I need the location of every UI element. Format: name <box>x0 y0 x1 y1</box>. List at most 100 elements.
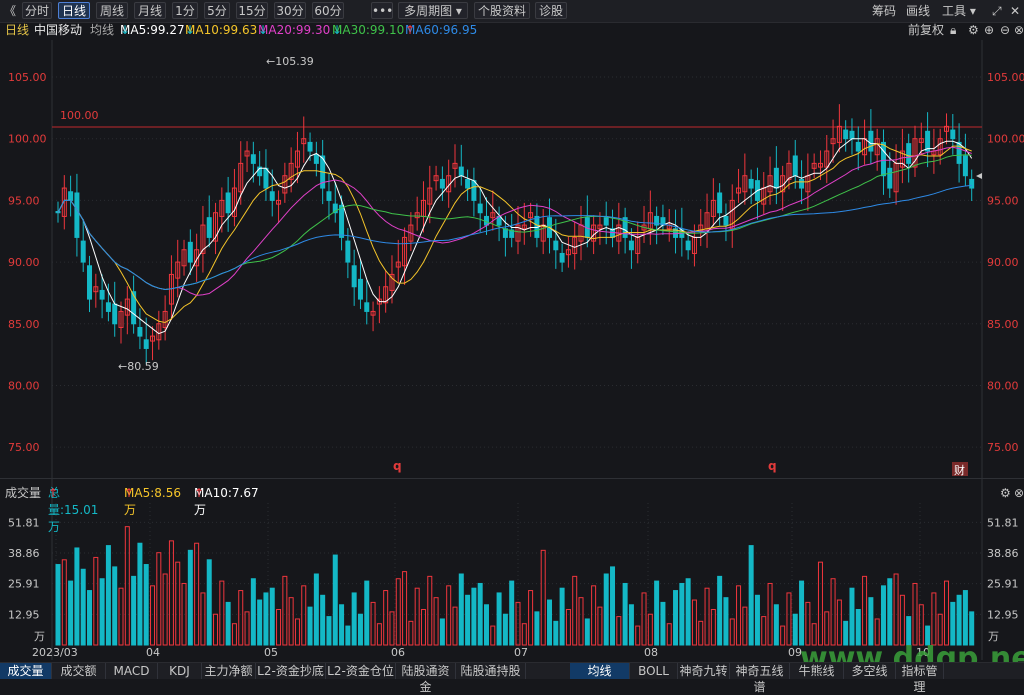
volume-bar-45[interactable] <box>339 604 345 646</box>
volume-bar-133[interactable] <box>893 573 899 646</box>
volume-bar-66[interactable] <box>471 587 477 646</box>
volume-bar-86[interactable] <box>597 606 603 646</box>
candle-body-61[interactable] <box>439 178 445 189</box>
indicator-tab-12[interactable]: 神奇五线谱 <box>730 663 790 694</box>
volume-bar-91[interactable] <box>628 604 634 646</box>
volume-bar-42[interactable] <box>320 594 326 646</box>
volume-bar-44[interactable] <box>332 554 338 646</box>
volume-bar-71[interactable] <box>502 613 508 646</box>
volume-bar-15[interactable] <box>150 585 156 646</box>
volume-bar-46[interactable] <box>345 625 351 646</box>
candle-body-2[interactable] <box>68 191 74 201</box>
candle-body-3[interactable] <box>74 192 80 238</box>
volume-bar-27[interactable] <box>225 601 231 646</box>
volume-bar-144[interactable] <box>962 590 968 646</box>
indicator-tab-13[interactable]: 牛熊线 <box>790 663 844 679</box>
volume-bar-61[interactable] <box>439 618 445 646</box>
candle-body-114[interactable] <box>773 167 779 189</box>
volume-bar-30[interactable] <box>244 611 250 646</box>
candle-body-110[interactable] <box>748 178 754 189</box>
candle-body-80[interactable] <box>559 252 565 263</box>
settings-icon[interactable]: ⚙ <box>1000 485 1011 502</box>
volume-bar-54[interactable] <box>395 578 401 646</box>
volume-bar-43[interactable] <box>326 616 332 646</box>
indicator-tab-0[interactable]: 成交量 <box>0 663 52 679</box>
candle-body-66[interactable] <box>471 180 477 201</box>
candle-body-41[interactable] <box>313 154 319 164</box>
volume-bar-3[interactable] <box>74 547 80 646</box>
candle-body-65[interactable] <box>465 178 471 189</box>
indicator-tab-3[interactable]: KDJ <box>158 663 202 679</box>
volume-bar-25[interactable] <box>213 613 219 646</box>
candle-body-91[interactable] <box>628 240 634 251</box>
volume-bar-115[interactable] <box>780 625 786 646</box>
volume-bar-50[interactable] <box>370 601 376 646</box>
volume-bar-49[interactable] <box>364 580 370 646</box>
volume-bar-36[interactable] <box>282 575 288 646</box>
volume-bar-128[interactable] <box>862 575 868 646</box>
candle-body-127[interactable] <box>855 141 861 152</box>
volume-bar-83[interactable] <box>578 597 584 646</box>
candle-body-31[interactable] <box>250 154 256 164</box>
indicator-tab-15[interactable]: 指标管理 <box>896 663 944 694</box>
volume-bar-32[interactable] <box>257 599 263 646</box>
volume-bar-52[interactable] <box>383 590 389 646</box>
volume-bar-93[interactable] <box>641 592 647 646</box>
volume-bar-56[interactable] <box>408 620 414 646</box>
volume-bar-117[interactable] <box>792 613 798 646</box>
volume-bar-26[interactable] <box>219 580 225 646</box>
volume-bar-75[interactable] <box>528 590 534 646</box>
volume-bar-137[interactable] <box>918 604 924 646</box>
indicator-tab-14[interactable]: 多空线 <box>844 663 896 679</box>
volume-bar-35[interactable] <box>276 609 282 646</box>
volume-bar-89[interactable] <box>616 616 622 646</box>
volume-bar-104[interactable] <box>710 609 716 646</box>
candle-body-40[interactable] <box>307 141 313 152</box>
volume-bar-79[interactable] <box>553 620 559 646</box>
volume-bar-124[interactable] <box>836 599 842 646</box>
price-chart[interactable]: 105.00 105.00 100.00 100.00 95.00 95.00 90.00 9… <box>0 0 1024 678</box>
candle-body-106[interactable] <box>723 215 729 226</box>
volume-bar-107[interactable] <box>729 618 735 646</box>
volume-bar-23[interactable] <box>200 592 206 646</box>
volume-bar-59[interactable] <box>427 575 433 646</box>
volume-bar-14[interactable] <box>143 564 149 646</box>
candle-body-138[interactable] <box>925 130 931 152</box>
candle-body-12[interactable] <box>131 291 137 325</box>
volume-bar-95[interactable] <box>654 580 660 646</box>
volume-bar-62[interactable] <box>446 585 452 646</box>
volume-title[interactable]: 成交量 <box>5 485 41 502</box>
candle-body-21[interactable] <box>187 241 193 263</box>
volume-bar-85[interactable] <box>591 585 597 646</box>
candle-body-8[interactable] <box>105 302 111 312</box>
candle-body-142[interactable] <box>950 129 956 140</box>
volume-bar-84[interactable] <box>584 618 590 646</box>
volume-bar-6[interactable] <box>93 556 99 646</box>
volume-bar-118[interactable] <box>799 580 805 646</box>
volume-bar-80[interactable] <box>559 587 565 646</box>
volume-bar-29[interactable] <box>238 590 244 646</box>
candle-body-105[interactable] <box>717 192 723 214</box>
volume-bar-21[interactable] <box>187 549 193 646</box>
candle-body-46[interactable] <box>345 240 351 263</box>
candle-body-67[interactable] <box>477 203 483 214</box>
volume-bar-31[interactable] <box>250 578 256 646</box>
volume-bar-13[interactable] <box>137 542 143 646</box>
volume-bar-109[interactable] <box>742 606 748 646</box>
volume-bar-41[interactable] <box>313 573 319 646</box>
volume-bar-19[interactable] <box>175 561 181 646</box>
volume-bar-127[interactable] <box>855 609 861 646</box>
candle-body-145[interactable] <box>969 178 975 189</box>
volume-bar-101[interactable] <box>691 599 697 646</box>
volume-bar-18[interactable] <box>168 540 174 646</box>
volume-bar-102[interactable] <box>698 620 704 646</box>
volume-bar-99[interactable] <box>679 582 685 646</box>
volume-bar-12[interactable] <box>131 575 137 646</box>
volume-bar-70[interactable] <box>496 592 502 646</box>
volume-bar-90[interactable] <box>622 582 628 646</box>
indicator-tab-10[interactable]: BOLL <box>630 663 678 679</box>
indicator-tab-2[interactable]: MACD <box>106 663 158 679</box>
indicator-tab-1[interactable]: 成交额 <box>52 663 106 679</box>
volume-bar-103[interactable] <box>704 587 710 646</box>
volume-bar-40[interactable] <box>307 606 313 646</box>
